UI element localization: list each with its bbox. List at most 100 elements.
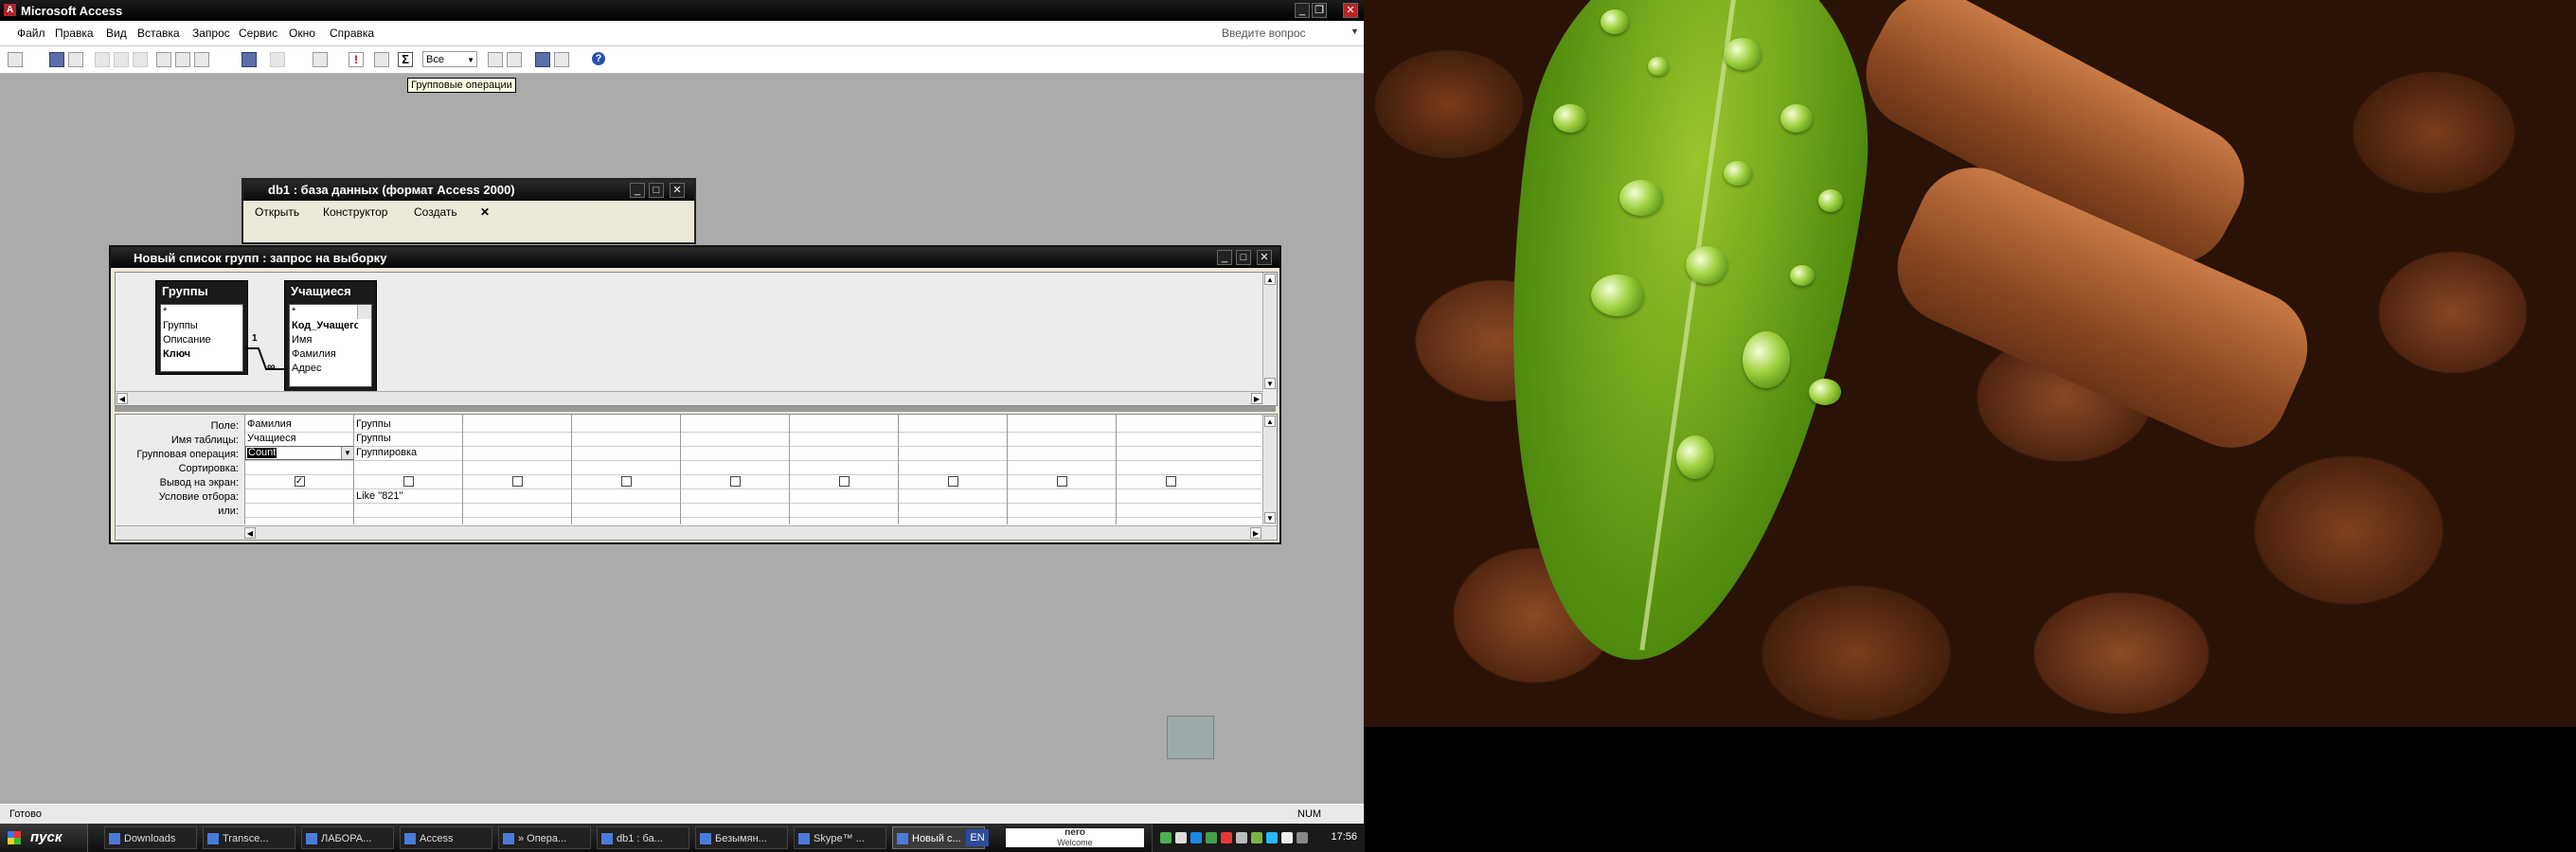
grid-field-cell[interactable]: Фамилия <box>247 418 292 430</box>
chevron-down-icon[interactable]: ▼ <box>341 447 353 459</box>
redo-icon[interactable] <box>270 52 285 67</box>
print-icon[interactable] <box>95 52 110 67</box>
grid-column[interactable] <box>1007 415 1117 524</box>
paste-icon[interactable] <box>194 52 209 67</box>
start-button[interactable]: пуск <box>0 824 88 852</box>
scroll-down-icon[interactable]: ▼ <box>1264 378 1276 389</box>
scroll-left-icon[interactable]: ◀ <box>116 393 128 404</box>
tray-icon[interactable] <box>1175 832 1187 843</box>
maximize-icon[interactable]: □ <box>649 183 664 198</box>
close-icon[interactable]: ✕ <box>1343 3 1358 18</box>
grid-criteria-cell[interactable]: Like "821" <box>356 490 402 502</box>
menu-query[interactable]: Запрос <box>192 27 230 40</box>
grid-column[interactable] <box>680 415 790 524</box>
taskbar-button[interactable]: Безымян... <box>695 826 788 849</box>
grid-column[interactable]: Фамилия Учащиеся Count ▼ ✓ <box>244 415 354 524</box>
minimize-icon[interactable]: _ <box>1217 250 1232 265</box>
grid-table-cell[interactable]: Группы <box>356 433 391 444</box>
show-checkbox[interactable] <box>947 476 958 487</box>
scroll-up-icon[interactable]: ▲ <box>1264 274 1276 285</box>
chevron-down-icon[interactable]: ▼ <box>467 52 474 68</box>
scroll-up-icon[interactable]: ▲ <box>1264 416 1276 427</box>
pane-splitter[interactable] <box>115 406 1276 412</box>
taskbar-button[interactable]: Downloads <box>104 826 197 849</box>
grid-total-cell[interactable]: Группировка <box>356 447 417 458</box>
menu-tools[interactable]: Сервис <box>239 27 277 40</box>
field-item[interactable]: Группы <box>161 319 242 333</box>
tray-icon[interactable] <box>1206 832 1217 843</box>
tray-icon[interactable] <box>1281 832 1293 843</box>
query-type-icon[interactable] <box>313 52 328 67</box>
menu-help[interactable]: Справка <box>330 27 374 40</box>
field-item[interactable]: Адрес <box>290 362 371 376</box>
language-indicator[interactable]: EN <box>966 829 989 846</box>
join-line[interactable] <box>245 339 287 377</box>
show-checkbox[interactable] <box>729 476 741 487</box>
delete-icon[interactable]: ✕ <box>480 205 490 219</box>
show-checkbox[interactable] <box>620 476 632 487</box>
grid-column[interactable] <box>462 415 572 524</box>
nero-toolbar[interactable]: nero Welcome <box>1006 828 1144 847</box>
taskbar-button[interactable]: Access <box>400 826 492 849</box>
grid-table-cell[interactable]: Учащиеся <box>247 433 296 444</box>
menu-view[interactable]: Вид <box>106 27 127 40</box>
field-list-scrollbar[interactable] <box>357 305 371 319</box>
show-checkbox[interactable] <box>1165 476 1176 487</box>
ask-question-box[interactable]: Введите вопрос <box>1222 27 1306 40</box>
database-window-icon[interactable] <box>535 52 550 67</box>
show-checkbox[interactable] <box>511 476 523 487</box>
menu-edit[interactable]: Правка <box>55 27 94 40</box>
table-pane-vscroll[interactable]: ▲ ▼ <box>1262 273 1277 390</box>
menu-window[interactable]: Окно <box>289 27 315 40</box>
view-icon[interactable] <box>8 52 23 67</box>
tray-icon[interactable] <box>1221 832 1232 843</box>
tray-icon[interactable] <box>1266 832 1278 843</box>
total-combo[interactable]: Count ▼ <box>245 446 354 460</box>
show-table-icon[interactable] <box>374 52 389 67</box>
menu-file[interactable]: Файл <box>17 27 45 40</box>
close-icon[interactable]: ✕ <box>1257 250 1272 265</box>
properties-icon[interactable] <box>488 52 503 67</box>
table-box-students[interactable]: Учащиеся * Код_Учащегося Имя Фамилия Адр… <box>284 280 377 392</box>
tray-icon[interactable] <box>1297 832 1308 843</box>
show-checkbox[interactable] <box>1056 476 1067 487</box>
tray-icon[interactable] <box>1160 832 1172 843</box>
clock[interactable]: 17:56 <box>1331 831 1357 843</box>
field-item[interactable]: Фамилия <box>290 347 371 362</box>
scroll-left-icon[interactable]: ◀ <box>244 527 256 539</box>
grid-hscroll[interactable]: ◀ ▶ <box>116 525 1277 540</box>
show-checkbox[interactable] <box>402 476 414 487</box>
chevron-down-icon[interactable]: ▼ <box>1351 27 1359 36</box>
field-item[interactable]: Код_Учащегося <box>290 319 358 333</box>
search-icon[interactable] <box>68 52 83 67</box>
scroll-right-icon[interactable]: ▶ <box>1250 527 1261 539</box>
top-values-combo[interactable]: Все ▼ <box>422 51 477 67</box>
open-button[interactable]: Открыть <box>255 205 299 219</box>
design-button[interactable]: Конструктор <box>323 205 387 219</box>
copy-icon[interactable] <box>175 52 190 67</box>
maximize-icon[interactable]: □ <box>1236 250 1251 265</box>
field-item[interactable]: * <box>161 305 242 319</box>
taskbar-button[interactable]: db1 : ба... <box>597 826 689 849</box>
grid-vscroll[interactable]: ▲ ▼ <box>1262 415 1277 524</box>
field-item[interactable]: Имя <box>290 333 371 347</box>
table-pane-hscroll[interactable]: ◀ ▶ <box>116 391 1263 405</box>
grid-column[interactable] <box>571 415 681 524</box>
close-icon[interactable]: ✕ <box>670 183 685 198</box>
spelling-icon[interactable] <box>133 52 148 67</box>
minimize-icon[interactable]: _ <box>1295 3 1310 18</box>
field-item[interactable]: Описание <box>161 333 242 347</box>
table-box-groups[interactable]: Группы * Группы Описание Ключ <box>155 280 248 375</box>
new-object-icon[interactable] <box>554 52 569 67</box>
create-button[interactable]: Создать <box>414 205 457 219</box>
grid-field-cell[interactable]: Группы <box>356 418 391 430</box>
undo-icon[interactable] <box>242 52 257 67</box>
show-checkbox[interactable]: ✓ <box>294 476 305 487</box>
restore-icon[interactable]: ❐ <box>1312 3 1327 18</box>
grid-column[interactable] <box>789 415 899 524</box>
tray-icon[interactable] <box>1190 832 1202 843</box>
taskbar-button[interactable]: » Опера... <box>498 826 591 849</box>
cut-icon[interactable] <box>156 52 171 67</box>
minimize-icon[interactable]: _ <box>630 183 645 198</box>
taskbar-button[interactable]: Skype™ ... <box>794 826 886 849</box>
